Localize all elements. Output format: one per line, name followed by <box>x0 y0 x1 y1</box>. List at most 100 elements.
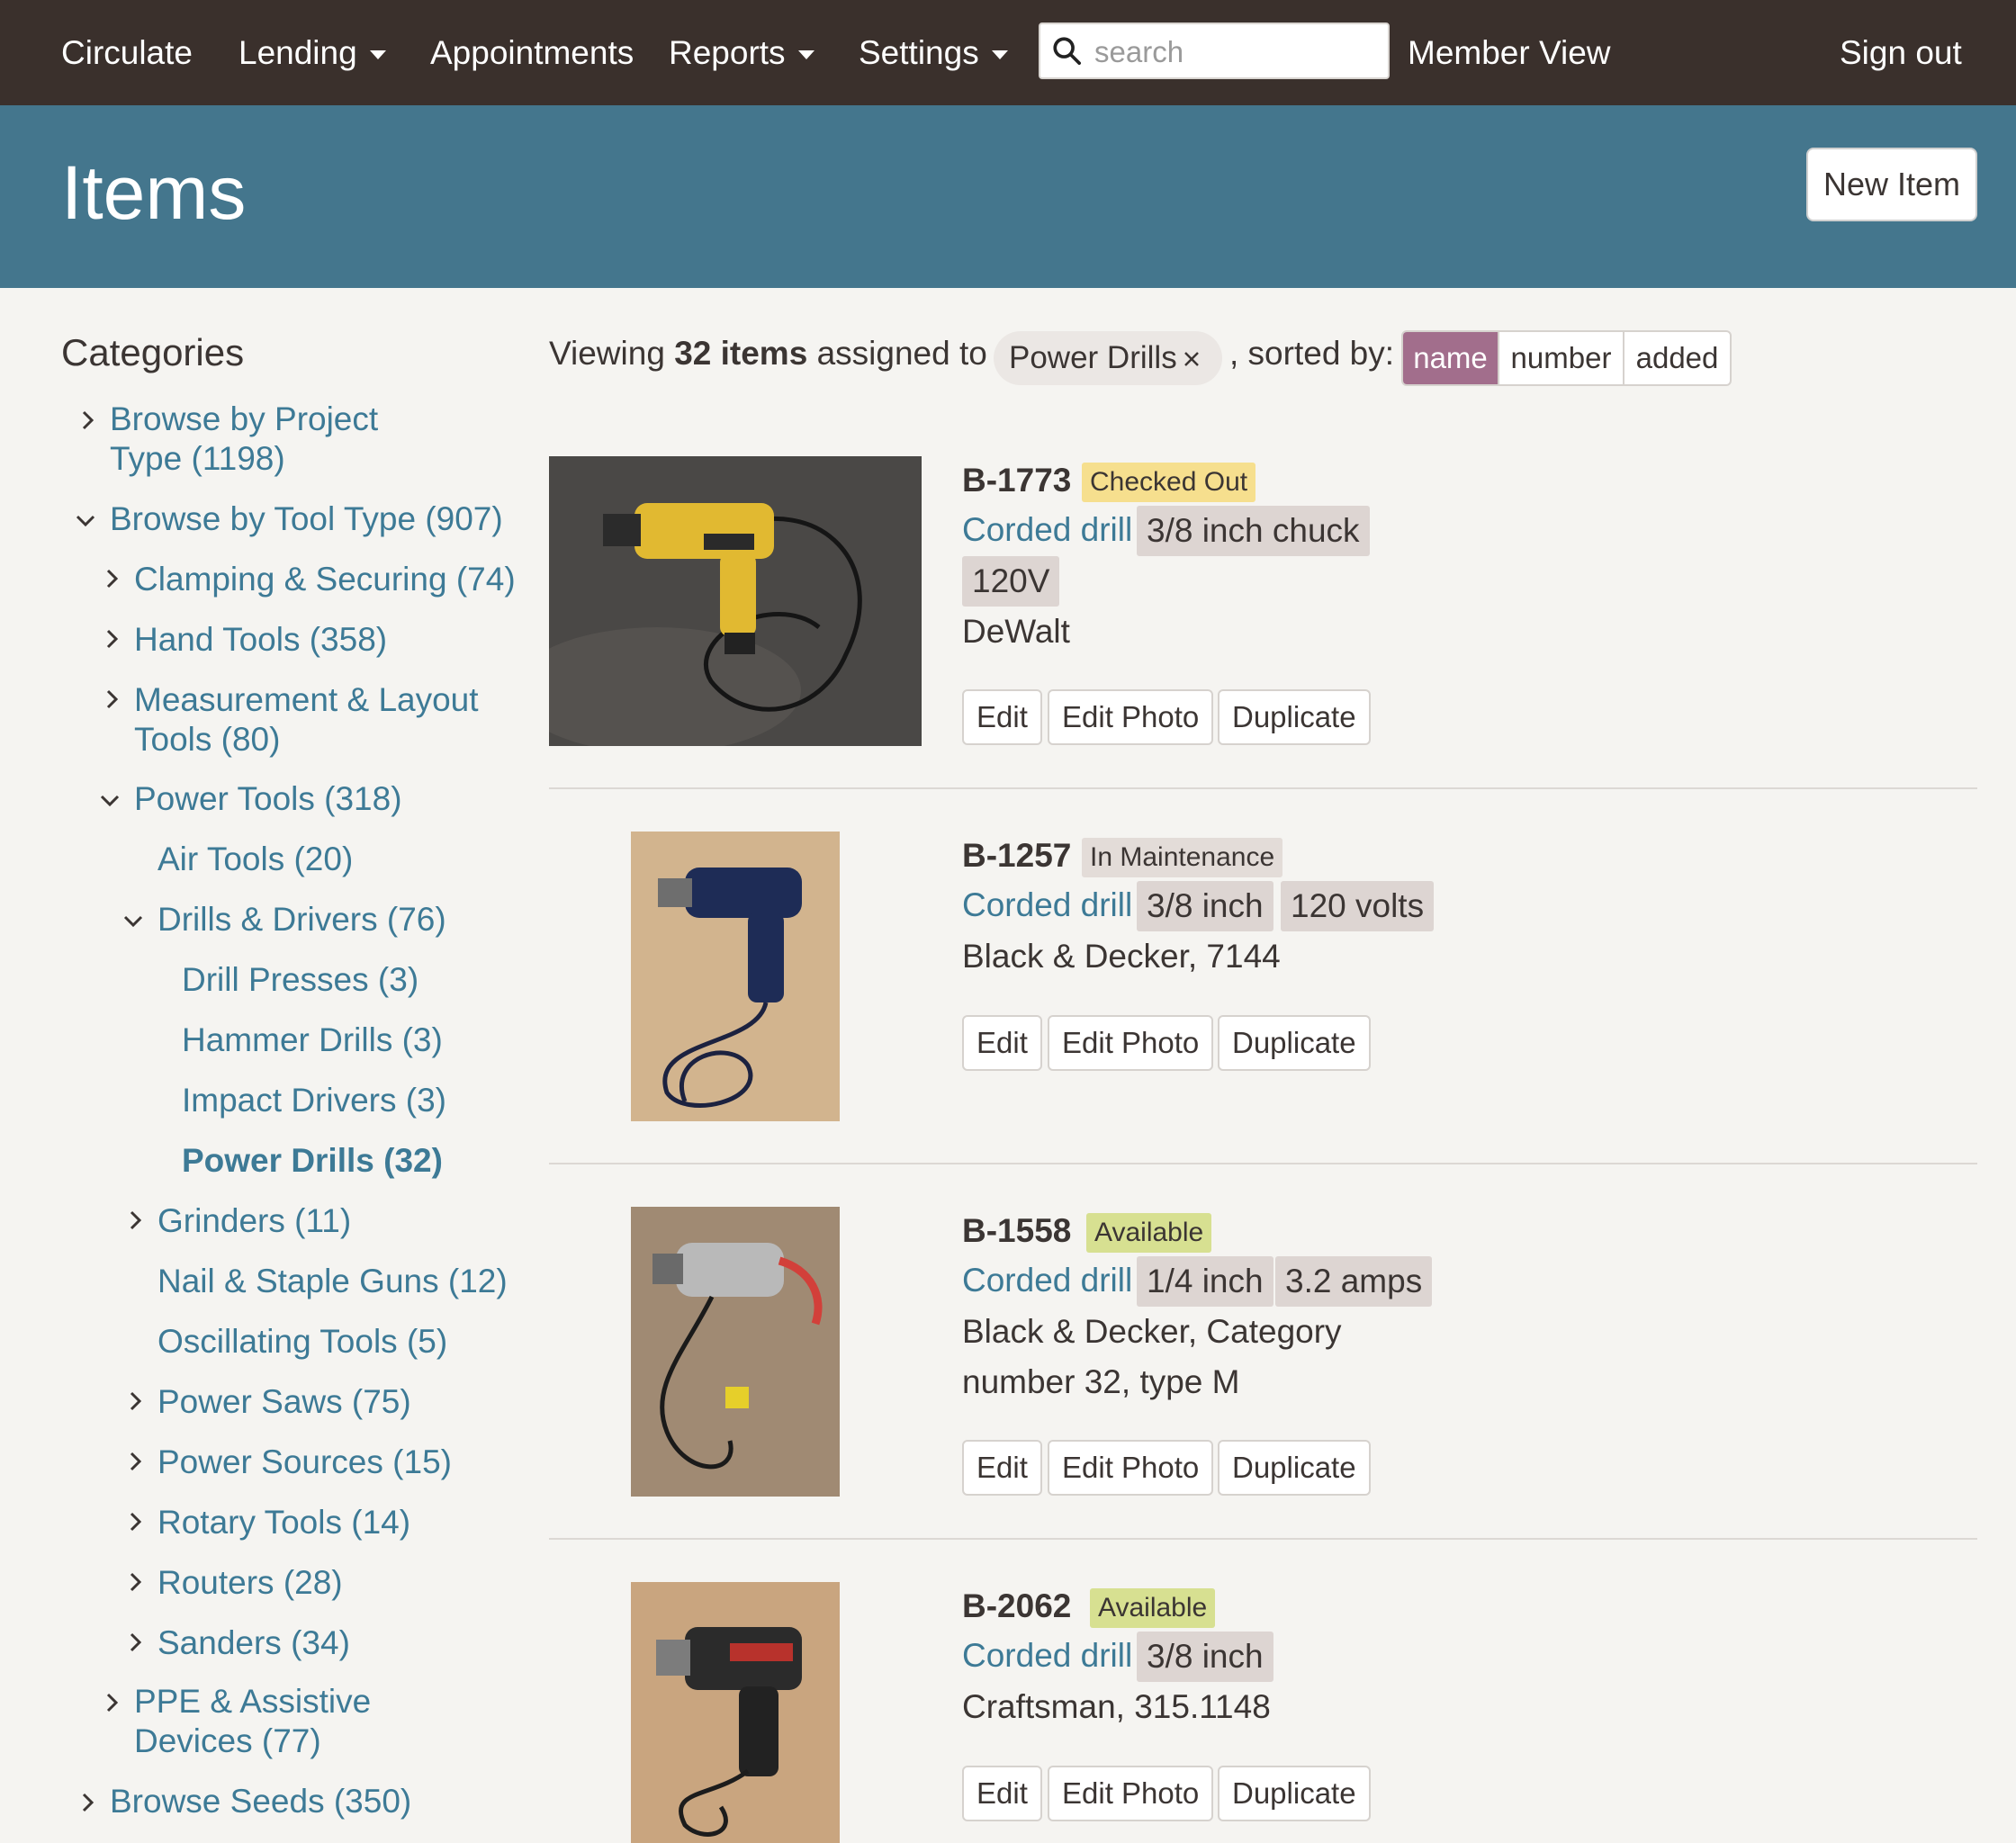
chevron-right-icon[interactable] <box>125 1572 145 1592</box>
nav-lending-label: Lending <box>238 34 357 71</box>
category-clamping-securing[interactable]: Clamping & Securing (74) <box>134 560 516 599</box>
category-filter-chip: Power Drills <box>994 331 1222 385</box>
edit-button[interactable]: Edit <box>962 1766 1042 1821</box>
chevron-right-icon[interactable] <box>102 629 122 649</box>
category-browse-seeds[interactable]: Browse Seeds (350) <box>110 1782 411 1821</box>
category-rotary-tools[interactable]: Rotary Tools (14) <box>158 1503 410 1542</box>
item-type-link[interactable]: Corded drill <box>962 886 1132 924</box>
item-type-link[interactable]: Corded drill <box>962 1637 1132 1675</box>
chevron-down-icon[interactable] <box>123 911 143 930</box>
sort-name-button[interactable]: name <box>1403 332 1499 384</box>
caret-down-icon <box>991 50 1008 60</box>
nav-reports[interactable]: Reports <box>669 0 814 105</box>
category-power-drills[interactable]: Power Drills (32) <box>182 1141 443 1181</box>
category-drill-presses[interactable]: Drill Presses (3) <box>182 960 418 1000</box>
edit-button[interactable]: Edit <box>962 1440 1042 1496</box>
category-measurement-layout[interactable]: Measurement & Layout Tools (80) <box>134 680 479 760</box>
brand-link[interactable]: Circulate <box>61 0 193 105</box>
item-attribute: 3/8 inch <box>1137 881 1274 931</box>
item-divider <box>549 1538 1977 1540</box>
item-type-link[interactable]: Corded drill <box>962 1262 1132 1299</box>
nav-reports-label: Reports <box>669 34 786 71</box>
category-drills-drivers[interactable]: Drills & Drivers (76) <box>158 900 446 939</box>
chevron-down-icon[interactable] <box>100 790 120 810</box>
edit-photo-button[interactable]: Edit Photo <box>1048 1766 1214 1821</box>
category-ppe-assistive[interactable]: PPE & Assistive Devices (77) <box>134 1682 371 1761</box>
chevron-right-icon[interactable] <box>125 1452 145 1471</box>
category-nail-staple-guns[interactable]: Nail & Staple Guns (12) <box>158 1262 508 1301</box>
new-item-button[interactable]: New Item <box>1806 148 1977 221</box>
nav-lending[interactable]: Lending <box>238 0 386 105</box>
duplicate-button[interactable]: Duplicate <box>1218 1015 1371 1071</box>
page-header: Items New Item <box>0 105 2016 288</box>
chevron-right-icon[interactable] <box>102 689 122 709</box>
item-type-link[interactable]: Corded drill <box>962 511 1132 549</box>
nav-settings-label: Settings <box>859 34 979 71</box>
sort-toggle-group: name number added <box>1401 330 1732 386</box>
category-power-tools[interactable]: Power Tools (318) <box>134 779 402 819</box>
item-maker-line: Black & Decker, Category <box>962 1313 1342 1350</box>
edit-button[interactable]: Edit <box>962 1015 1042 1071</box>
edit-photo-button[interactable]: Edit Photo <box>1048 1440 1214 1496</box>
chevron-down-icon[interactable] <box>76 510 95 530</box>
sign-out-link[interactable]: Sign out <box>1840 0 1962 105</box>
sort-number-button[interactable]: number <box>1499 332 1624 384</box>
category-browse-by-project[interactable]: Browse by Project Type (1198) <box>110 400 378 479</box>
duplicate-button[interactable]: Duplicate <box>1218 689 1371 745</box>
category-air-tools[interactable]: Air Tools (20) <box>158 840 353 879</box>
status-badge: Available <box>1086 1213 1212 1253</box>
chevron-right-icon[interactable] <box>125 1632 145 1652</box>
category-power-sources[interactable]: Power Sources (15) <box>158 1443 452 1482</box>
nav-settings[interactable]: Settings <box>859 0 1008 105</box>
item-photo[interactable] <box>631 1582 840 1843</box>
category-browse-by-tool-type[interactable]: Browse by Tool Type (907) <box>110 499 503 539</box>
item-divider <box>549 1163 1977 1164</box>
sort-added-button[interactable]: added <box>1624 332 1730 384</box>
categories-heading: Categories <box>61 331 245 373</box>
search-icon <box>1053 37 1082 66</box>
duplicate-button[interactable]: Duplicate <box>1218 1440 1371 1496</box>
search-input[interactable] <box>1093 24 1384 79</box>
item-attribute: 120 volts <box>1281 881 1435 931</box>
category-label-cont: Type (1198) <box>110 440 285 477</box>
results-summary: Viewing 32 items assigned to <box>549 335 987 373</box>
chevron-right-icon[interactable] <box>77 410 97 430</box>
nav-member-view[interactable]: Member View <box>1408 0 1611 105</box>
edit-photo-button[interactable]: Edit Photo <box>1048 689 1214 745</box>
chevron-right-icon[interactable] <box>77 1793 97 1812</box>
top-navbar: Circulate Lending Appointments Reports S… <box>0 0 2016 105</box>
chevron-right-icon[interactable] <box>125 1391 145 1411</box>
category-sanders[interactable]: Sanders (34) <box>158 1623 350 1663</box>
category-hand-tools[interactable]: Hand Tools (358) <box>134 620 387 660</box>
chevron-right-icon[interactable] <box>125 1210 145 1230</box>
item-attribute: 3.2 amps <box>1275 1256 1433 1307</box>
item-photo[interactable] <box>631 832 840 1121</box>
item-attribute: 120V <box>962 556 1060 607</box>
category-label-cont: Tools (80) <box>134 721 281 758</box>
caret-down-icon <box>369 50 386 60</box>
category-oscillating-tools[interactable]: Oscillating Tools (5) <box>158 1322 447 1362</box>
search-box <box>1039 22 1390 79</box>
chevron-right-icon[interactable] <box>102 1693 122 1713</box>
edit-button[interactable]: Edit <box>962 689 1042 745</box>
category-power-saws[interactable]: Power Saws (75) <box>158 1382 411 1422</box>
edit-photo-button[interactable]: Edit Photo <box>1048 1015 1214 1071</box>
category-hammer-drills[interactable]: Hammer Drills (3) <box>182 1020 443 1060</box>
category-grinders[interactable]: Grinders (11) <box>158 1201 351 1241</box>
item-number[interactable]: B-1558 <box>962 1212 1071 1250</box>
item-number[interactable]: B-1773 <box>962 462 1071 499</box>
category-routers[interactable]: Routers (28) <box>158 1563 343 1603</box>
item-photo[interactable] <box>631 1207 840 1497</box>
category-impact-drivers[interactable]: Impact Drivers (3) <box>182 1081 446 1120</box>
item-photo[interactable] <box>549 456 922 746</box>
status-badge: Available <box>1090 1588 1216 1628</box>
item-number[interactable]: B-1257 <box>962 837 1071 875</box>
duplicate-button[interactable]: Duplicate <box>1218 1766 1371 1821</box>
item-number[interactable]: B-2062 <box>962 1587 1071 1625</box>
summary-middle: assigned to <box>816 335 987 372</box>
nav-appointments[interactable]: Appointments <box>430 0 634 105</box>
chevron-right-icon[interactable] <box>102 569 122 589</box>
chevron-right-icon[interactable] <box>125 1512 145 1532</box>
category-label: Measurement & Layout <box>134 681 479 718</box>
close-icon[interactable] <box>1183 350 1201 368</box>
